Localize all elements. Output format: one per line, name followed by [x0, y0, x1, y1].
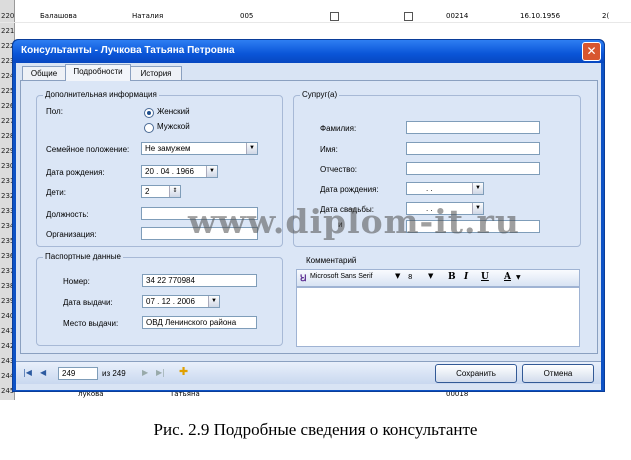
checkbox[interactable]: [404, 12, 413, 21]
watermark: www.diplom-it.ru: [188, 202, 520, 241]
birthdate-picker[interactable]: 20 . 04 . 1966 ▼: [141, 165, 218, 178]
cancel-button[interactable]: Отмена: [522, 364, 594, 383]
stepper-icon[interactable]: ⇕: [169, 186, 180, 197]
last-record-icon[interactable]: ▶|: [156, 368, 165, 377]
birthdate-value: 20 . 04 . 1966: [145, 167, 194, 176]
next-record-icon[interactable]: ▶: [142, 368, 148, 377]
spouse-birthdate-picker[interactable]: . . ▼: [406, 182, 484, 195]
issue-date-label: Дата выдачи:: [63, 298, 113, 307]
children-label: Дети:: [46, 188, 66, 197]
spouse-birthdate-value: . .: [426, 184, 433, 193]
children-stepper[interactable]: 2 ⇕: [141, 185, 181, 198]
italic-button[interactable]: I: [464, 272, 468, 282]
chevron-down-icon[interactable]: ▼: [428, 272, 433, 280]
tab-details[interactable]: Подробности: [65, 64, 131, 81]
position-label: Должность:: [46, 210, 89, 219]
add-record-icon[interactable]: ✚: [179, 365, 188, 378]
spouse-last-name-label: Фамилия:: [320, 124, 357, 133]
group-title: Паспортные данные: [43, 252, 123, 261]
issue-date-value: 07 . 12 . 2006: [146, 297, 195, 306]
comment-label: Комментарий: [306, 256, 357, 265]
marital-label: Семейное положение:: [46, 145, 130, 154]
underline-button[interactable]: U: [481, 272, 489, 282]
save-button[interactable]: Сохранить: [435, 364, 517, 383]
checkbox[interactable]: [330, 12, 339, 21]
comment-textarea[interactable]: [296, 287, 580, 347]
marital-value: Не замужем: [145, 144, 191, 153]
chevron-down-icon[interactable]: ▼: [206, 166, 217, 177]
close-button[interactable]: ✕: [582, 42, 601, 61]
radio-female[interactable]: [144, 108, 154, 118]
row-number: 221: [1, 27, 15, 35]
marital-select[interactable]: Не замужем ▼: [141, 142, 258, 155]
window-title: Консультанты - Лучкова Татьяна Петровна: [21, 45, 235, 56]
font-name[interactable]: Microsoft Sans Serif: [310, 273, 373, 280]
issue-place-label: Место выдачи:: [63, 319, 119, 328]
tab-history[interactable]: История: [130, 66, 182, 80]
font-size[interactable]: 8: [408, 273, 412, 281]
chevron-down-icon[interactable]: ▼: [516, 274, 521, 281]
font-icon: Ꞟ: [300, 274, 307, 284]
tab-general[interactable]: Общие: [22, 66, 66, 80]
passport-group: Паспортные данные Номер: 34 22 770984 Да…: [36, 252, 283, 346]
spouse-birthdate-label: Дата рождения:: [320, 185, 379, 194]
spouse-first-name-label: Имя:: [320, 145, 338, 154]
children-value: 2: [145, 187, 150, 196]
chevron-down-icon[interactable]: ▼: [246, 143, 257, 154]
cell-extra: 2(: [602, 12, 610, 20]
cell-number: 00214: [446, 12, 469, 20]
table-row: Балашова Наталия 005 00214 16.10.1956 2(: [0, 11, 631, 23]
spouse-middle-name-label: Отчество:: [320, 165, 357, 174]
record-navigator: |◀ ◀ 249 из 249 ▶ ▶| ✚ Сохранить Отмена: [16, 361, 601, 384]
font-color-button[interactable]: A: [504, 272, 511, 282]
comment-toolbar: Ꞟ Microsoft Sans Serif ▼ 8 ▼ B I U A ▼: [296, 269, 580, 287]
issue-date-picker[interactable]: 07 . 12 . 2006 ▼: [142, 295, 220, 308]
issue-place-field[interactable]: ОВД Ленинского района: [142, 316, 257, 329]
spouse-last-name-field[interactable]: [406, 121, 540, 134]
bold-button[interactable]: B: [448, 272, 456, 282]
spouse-middle-name-field[interactable]: [406, 162, 540, 175]
male-label: Мужской: [157, 122, 190, 131]
record-count: из 249: [102, 369, 126, 378]
group-title: Дополнительная информация: [43, 90, 159, 99]
first-record-icon[interactable]: |◀: [23, 368, 32, 377]
female-label: Женский: [157, 107, 190, 116]
group-title: Супруг(а): [300, 90, 340, 99]
gender-label: Пол:: [46, 107, 63, 116]
spouse-first-name-field[interactable]: [406, 142, 540, 155]
cell-last-name: Балашова: [40, 12, 77, 20]
chevron-down-icon[interactable]: ▼: [472, 183, 483, 194]
cell-date: 16.10.1956: [520, 12, 561, 20]
passport-number-field[interactable]: 34 22 770984: [142, 274, 257, 287]
title-bar[interactable]: Консультанты - Лучкова Татьяна Петровна …: [13, 40, 604, 63]
cell-code: 005: [240, 12, 254, 20]
chevron-down-icon[interactable]: ▼: [208, 296, 219, 307]
radio-male[interactable]: [144, 123, 154, 133]
record-position-field[interactable]: 249: [58, 367, 98, 380]
cell-first-name: Наталия: [132, 12, 164, 20]
figure-caption: Рис. 2.9 Подробные сведения о консультан…: [153, 420, 478, 439]
prev-record-icon[interactable]: ◀: [40, 368, 46, 377]
passport-number-label: Номер:: [63, 277, 90, 286]
close-icon: ✕: [586, 44, 597, 58]
birthdate-label: Дата рождения:: [46, 168, 105, 177]
chevron-down-icon[interactable]: ▼: [395, 272, 400, 280]
organization-label: Организация:: [46, 230, 97, 239]
